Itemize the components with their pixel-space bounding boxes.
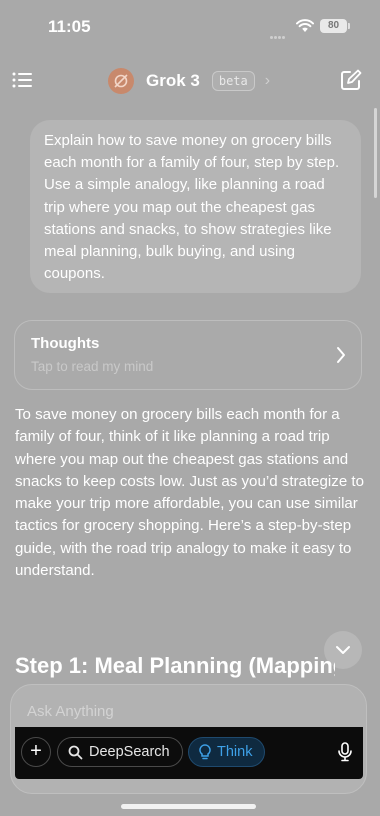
ask-input[interactable]: Ask Anything (27, 703, 114, 720)
model-title: Grok 3 (146, 71, 200, 90)
model-selector[interactable]: Grok 3 beta › (108, 66, 270, 96)
chevron-down-icon (336, 646, 350, 654)
chevron-right-icon: › (264, 72, 271, 89)
think-label: Think (217, 744, 253, 760)
composer-toolbar: + DeepSearch Think (15, 727, 363, 779)
status-time: 11:05 (48, 17, 91, 36)
user-message-bubble: Explain how to save money on grocery bil… (30, 120, 361, 293)
thoughts-subtitle: Tap to read my mind (31, 359, 154, 374)
assistant-response-text: To save money on grocery bills each mont… (15, 406, 365, 580)
status-bar: 11:05 80 (0, 0, 380, 52)
search-icon (68, 745, 83, 759)
chevron-right-icon (337, 347, 345, 363)
response-heading: Step 1: Meal Planning (Mapping (15, 653, 335, 678)
wifi-icon (296, 19, 314, 32)
thoughts-card[interactable]: Thoughts Tap to read my mind (14, 320, 362, 390)
user-message-text: Explain how to save money on grocery bil… (44, 132, 340, 283)
battery-tip (348, 23, 350, 29)
add-attachment-button[interactable]: + (21, 737, 51, 767)
grok-logo-icon (108, 68, 134, 94)
battery-indicator: 80 (320, 19, 347, 33)
thoughts-title: Thoughts (31, 335, 100, 352)
signal-icon (270, 26, 290, 39)
lightbulb-icon (199, 744, 211, 760)
deepsearch-label: DeepSearch (89, 744, 170, 760)
microphone-icon[interactable] (335, 741, 355, 763)
app-header: Grok 3 beta › (0, 60, 380, 100)
think-button[interactable]: Think (188, 737, 266, 767)
home-indicator[interactable] (121, 804, 256, 809)
deepsearch-button[interactable]: DeepSearch (57, 737, 183, 767)
composer: Ask Anything + DeepSearch Think (10, 684, 367, 794)
beta-badge: beta (211, 71, 255, 91)
menu-icon[interactable] (12, 70, 34, 90)
scrollbar[interactable] (374, 108, 377, 198)
compose-icon[interactable] (340, 69, 362, 91)
